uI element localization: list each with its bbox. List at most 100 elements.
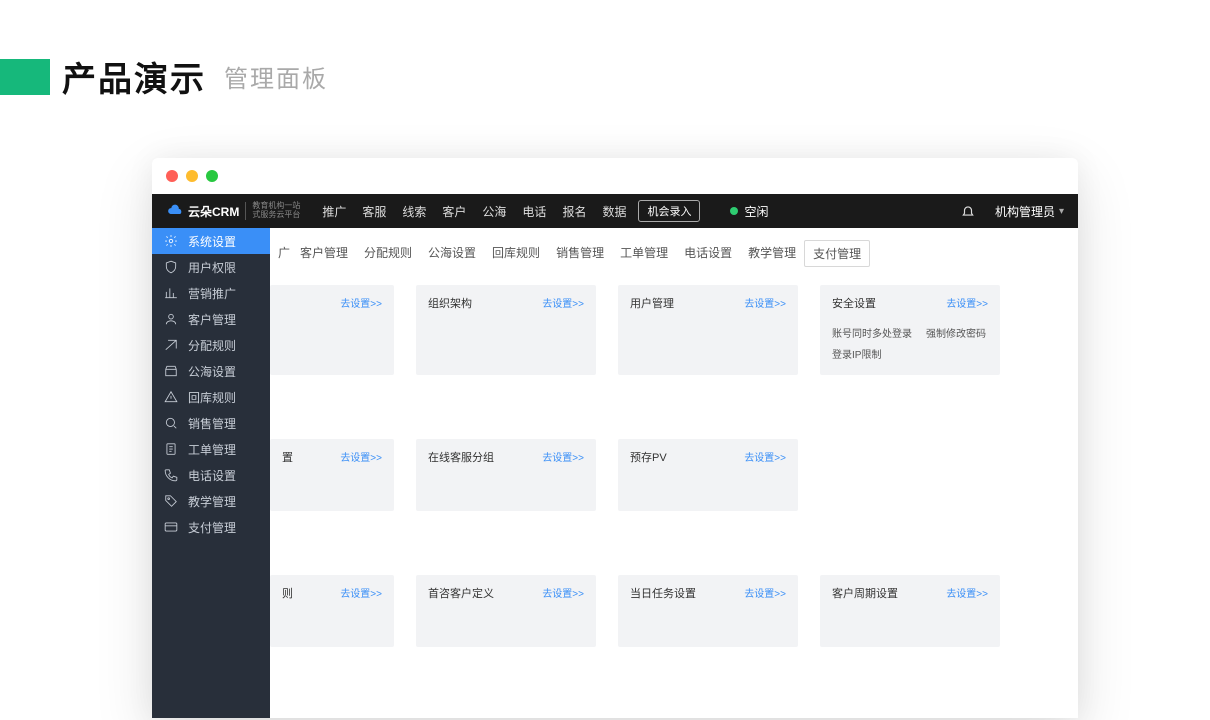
- sidebar-item-label: 回库规则: [188, 389, 236, 406]
- settings-card: 用户管理 去设置>>: [618, 285, 798, 375]
- status-indicator[interactable]: 空闲: [730, 203, 768, 220]
- settings-card: 当日任务设置 去设置>>: [618, 575, 798, 647]
- nav-item[interactable]: 报名: [562, 203, 586, 220]
- tab[interactable]: 教学管理: [740, 240, 804, 267]
- go-settings-link[interactable]: 去设置>>: [340, 449, 382, 464]
- sidebar-item-label: 工单管理: [188, 441, 236, 458]
- sidebar-item[interactable]: 分配规则: [152, 332, 270, 358]
- settings-card: 安全设置 去设置>> 账号同时多处登录强制修改密码登录IP限制: [820, 285, 1000, 375]
- card-title: 在线客服分组: [428, 449, 494, 465]
- card-icon: [164, 520, 178, 534]
- tab[interactable]: 销售管理: [548, 240, 612, 267]
- sidebar-item[interactable]: 回库规则: [152, 384, 270, 410]
- close-icon[interactable]: [166, 170, 178, 182]
- main-content: 广客户管理分配规则公海设置回库规则销售管理工单管理电话设置教学管理支付管理 去设…: [270, 228, 1078, 718]
- accent-bar: [0, 59, 50, 95]
- card-title: 客户周期设置: [832, 585, 898, 601]
- sidebar-item[interactable]: 公海设置: [152, 358, 270, 384]
- sidebar-item-label: 营销推广: [188, 285, 236, 302]
- record-button[interactable]: 机会录入: [638, 200, 700, 222]
- chart-icon: [164, 286, 178, 300]
- top-nav: 云朵CRM 教育机构一站 式服务云平台 推广客服线索客户公海电话报名数据 机会录…: [152, 194, 1078, 228]
- go-settings-link[interactable]: 去设置>>: [744, 449, 786, 464]
- shield-icon: [164, 260, 178, 274]
- go-settings-link[interactable]: 去设置>>: [744, 295, 786, 310]
- brand-tagline: 教育机构一站 式服务云平台: [252, 202, 304, 220]
- phone-icon: [164, 468, 178, 482]
- tab[interactable]: 支付管理: [804, 240, 870, 267]
- sidebar-item[interactable]: 销售管理: [152, 410, 270, 436]
- sidebar-item[interactable]: 工单管理: [152, 436, 270, 462]
- nav-item[interactable]: 线索: [402, 203, 426, 220]
- status-label: 空闲: [744, 203, 768, 220]
- settings-cards: 去设置>>组织架构去设置>>用户管理去设置>>安全设置去设置>>账号同时多处登录…: [270, 275, 1078, 647]
- card-sub-item: 账号同时多处登录: [832, 325, 912, 340]
- page-subtitle: 管理面板: [224, 59, 328, 94]
- notification-icon[interactable]: [961, 204, 975, 218]
- app-window: 云朵CRM 教育机构一站 式服务云平台 推广客服线索客户公海电话报名数据 机会录…: [152, 158, 1078, 718]
- card-title: 组织架构: [428, 295, 472, 311]
- maximize-icon[interactable]: [206, 170, 218, 182]
- tab[interactable]: 公海设置: [420, 240, 484, 267]
- card-title: 预存PV: [630, 449, 667, 465]
- go-settings-link[interactable]: 去设置>>: [542, 449, 584, 464]
- warn-icon: [164, 390, 178, 404]
- nav-item[interactable]: 客服: [362, 203, 386, 220]
- sidebar-item-label: 客户管理: [188, 311, 236, 328]
- user-menu[interactable]: 机构管理员 ▾: [995, 203, 1064, 220]
- card-title: 当日任务设置: [630, 585, 696, 601]
- sidebar-item[interactable]: 教学管理: [152, 488, 270, 514]
- tab[interactable]: 电话设置: [676, 240, 740, 267]
- user-label: 机构管理员: [995, 203, 1055, 220]
- go-settings-link[interactable]: 去设置>>: [744, 585, 786, 600]
- settings-card: 则去设置>>: [270, 575, 394, 647]
- sidebar-item-label: 销售管理: [188, 415, 236, 432]
- settings-card: 组织架构 去设置>>: [416, 285, 596, 375]
- sidebar-item-label: 电话设置: [188, 467, 236, 484]
- nav-item[interactable]: 电话: [522, 203, 546, 220]
- sidebar-item-label: 用户权限: [188, 259, 236, 276]
- tab-bar: 广客户管理分配规则公海设置回库规则销售管理工单管理电话设置教学管理支付管理: [270, 228, 1078, 275]
- settings-card: 预存PV 去设置>>: [618, 439, 798, 511]
- go-settings-link[interactable]: 去设置>>: [340, 295, 382, 310]
- go-settings-link[interactable]: 去设置>>: [542, 295, 584, 310]
- tab[interactable]: 广: [274, 240, 292, 267]
- card-title: 用户管理: [630, 295, 674, 311]
- card-sub-item: 强制修改密码: [926, 325, 986, 340]
- sidebar-item-label: 系统设置: [188, 233, 236, 250]
- tab[interactable]: 客户管理: [292, 240, 356, 267]
- card-title: 安全设置: [832, 295, 876, 311]
- go-settings-link[interactable]: 去设置>>: [946, 585, 988, 600]
- nav-item[interactable]: 公海: [482, 203, 506, 220]
- tab[interactable]: 回库规则: [484, 240, 548, 267]
- chevron-down-icon: ▾: [1059, 206, 1064, 217]
- sidebar-item[interactable]: 营销推广: [152, 280, 270, 306]
- nav-item[interactable]: 推广: [322, 203, 346, 220]
- go-settings-link[interactable]: 去设置>>: [542, 585, 584, 600]
- sidebar-item[interactable]: 支付管理: [152, 514, 270, 540]
- go-settings-link[interactable]: 去设置>>: [340, 585, 382, 600]
- nav-item[interactable]: 数据: [602, 203, 626, 220]
- brand-logo[interactable]: 云朵CRM 教育机构一站 式服务云平台: [166, 202, 304, 220]
- tag-icon: [164, 494, 178, 508]
- sidebar-item[interactable]: 客户管理: [152, 306, 270, 332]
- nav-item[interactable]: 客户: [442, 203, 466, 220]
- settings-card: 置 去设置>>: [270, 439, 394, 511]
- sidebar-item-label: 公海设置: [188, 363, 236, 380]
- tab[interactable]: 分配规则: [356, 240, 420, 267]
- go-settings-link[interactable]: 去设置>>: [946, 295, 988, 310]
- sidebar-item[interactable]: 电话设置: [152, 462, 270, 488]
- tab[interactable]: 工单管理: [612, 240, 676, 267]
- cloud-icon: [166, 204, 184, 218]
- sidebar-item[interactable]: 用户权限: [152, 254, 270, 280]
- card-title: 首咨客户定义: [428, 585, 494, 601]
- settings-card: 去设置>>: [270, 285, 394, 375]
- settings-icon: [164, 234, 178, 248]
- card-sub-item: 登录IP限制: [832, 346, 881, 361]
- card-title: 置: [282, 449, 293, 465]
- user-icon: [164, 312, 178, 326]
- minimize-icon[interactable]: [186, 170, 198, 182]
- sidebar-item[interactable]: 系统设置: [152, 228, 270, 254]
- sidebar-item-label: 分配规则: [188, 337, 236, 354]
- sidebar-item-label: 支付管理: [188, 519, 236, 536]
